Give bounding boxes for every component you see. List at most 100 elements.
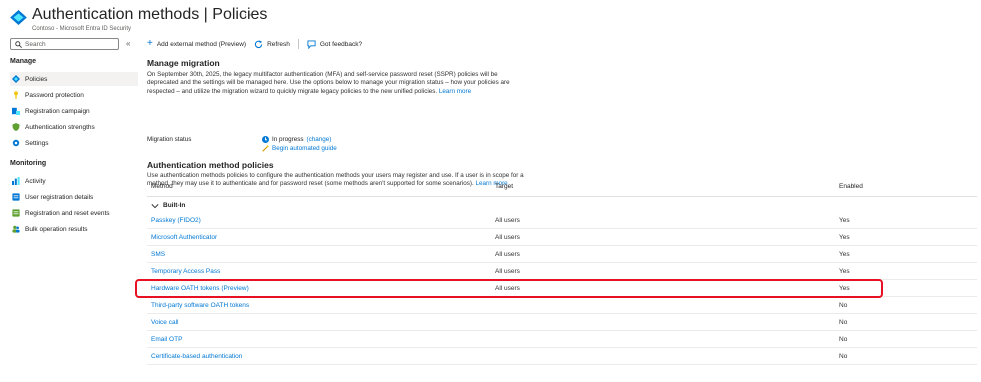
enabled-cell: Yes: [839, 251, 850, 258]
collapse-sidebar-icon[interactable]: «: [126, 39, 130, 48]
sidebar-item-label: Policies: [25, 75, 48, 83]
migration-learn-more-link[interactable]: Learn more: [439, 88, 471, 95]
registration-icon: [12, 193, 20, 201]
sidebar-item-bulk-operation-results[interactable]: Bulk operation results: [10, 222, 138, 236]
status-text: In progress: [272, 136, 304, 143]
refresh-icon: [254, 39, 263, 48]
method-link[interactable]: Microsoft Authenticator: [151, 234, 217, 241]
table-row: Certificate-based authentication No: [147, 349, 977, 365]
sidebar-item-label: User registration details: [25, 193, 94, 201]
more-options-icon[interactable]: ···: [239, 9, 253, 21]
column-header-enabled[interactable]: Enabled: [839, 183, 863, 190]
azure-diamond-icon: [12, 75, 20, 83]
search-icon: [15, 40, 22, 48]
table-row: Third-party software OATH tokens No: [147, 298, 977, 314]
enabled-cell: No: [839, 353, 848, 360]
method-link[interactable]: Passkey (FIDO2): [151, 217, 201, 224]
page-header: Authentication methods | Policies ··· Co…: [10, 6, 970, 36]
highlight-annotation-box: [135, 279, 883, 298]
header-divider: [147, 196, 977, 197]
column-header-target[interactable]: Target: [495, 183, 513, 190]
method-link[interactable]: Certificate-based authentication: [151, 353, 242, 360]
sidebar-item-label: Authentication strengths: [25, 123, 95, 131]
table-row: Microsoft Authenticator All users Yes: [147, 230, 977, 246]
sidebar-item-registration-campaign[interactable]: Registration campaign: [10, 104, 138, 118]
feedback-label: Got feedback?: [319, 40, 363, 48]
wand-icon: [262, 145, 269, 152]
begin-guide-link[interactable]: Begin automated guide: [262, 145, 337, 152]
column-header-method[interactable]: Method: [151, 183, 173, 190]
sidebar-item-password-protection[interactable]: Password protection: [10, 88, 138, 102]
target-cell: All users: [495, 234, 520, 241]
change-status-link[interactable]: (change): [307, 136, 332, 143]
method-link[interactable]: Temporary Access Pass: [151, 268, 220, 275]
table-row: SMS All users Yes: [147, 247, 977, 263]
key-icon: [14, 91, 18, 99]
sidebar-item-label: Password protection: [25, 91, 84, 99]
built-in-group-toggle[interactable]: Built-In: [151, 202, 185, 209]
target-cell: All users: [495, 268, 520, 275]
sidebar-item-policies[interactable]: Policies: [10, 72, 138, 86]
target-cell: All users: [495, 251, 520, 258]
enabled-cell: Yes: [839, 217, 850, 224]
method-link[interactable]: Third-party software OATH tokens: [151, 302, 249, 309]
users-icon: [12, 225, 20, 233]
events-icon: [12, 209, 20, 217]
sidebar-item-settings[interactable]: Settings: [10, 136, 138, 150]
monitoring-heading: Monitoring: [10, 160, 47, 167]
page-title: Authentication methods | Policies: [32, 6, 268, 23]
page-subtitle: Contoso - Microsoft Entra ID Security: [32, 26, 132, 32]
in-progress-icon: [262, 136, 269, 143]
policies-description: Use authentication methods policies to c…: [147, 172, 527, 189]
sidebar-item-label: Registration and reset events: [25, 209, 110, 217]
sidebar-item-authentication-strengths[interactable]: Authentication strengths: [10, 120, 138, 134]
sidebar-item-label: Settings: [25, 139, 49, 147]
sidebar: Search « Manage Policies Password protec…: [10, 38, 138, 382]
campaign-icon: [12, 107, 20, 115]
entra-diamond-icon: [10, 10, 27, 25]
sidebar-item-registration-reset-events[interactable]: Registration and reset events: [10, 206, 138, 220]
refresh-button[interactable]: Refresh: [254, 39, 290, 49]
chevron-down-icon: [151, 203, 159, 208]
add-external-method-button[interactable]: + Add external method (Preview): [147, 39, 246, 49]
policies-text: Use authentication methods policies to c…: [147, 172, 524, 188]
bar-chart-icon: [12, 177, 20, 185]
enabled-cell: No: [839, 302, 848, 309]
method-link[interactable]: SMS: [151, 251, 165, 258]
sidebar-item-label: Bulk operation results: [25, 225, 88, 233]
sidebar-item-user-registration-details[interactable]: User registration details: [10, 190, 138, 204]
refresh-label: Refresh: [267, 40, 290, 48]
policies-heading: Authentication method policies: [147, 160, 274, 170]
method-link[interactable]: Voice call: [151, 319, 178, 326]
plus-icon: +: [147, 38, 153, 49]
sidebar-item-label: Activity: [25, 177, 46, 185]
enabled-cell: No: [839, 336, 848, 343]
search-placeholder: Search: [25, 40, 46, 48]
gear-icon: [12, 139, 20, 147]
enabled-cell: Yes: [839, 268, 850, 275]
target-cell: All users: [495, 217, 520, 224]
enabled-cell: Yes: [839, 234, 850, 241]
method-link[interactable]: Email OTP: [151, 336, 182, 343]
table-row: Passkey (FIDO2) All users Yes: [147, 213, 977, 229]
manage-heading: Manage: [10, 58, 37, 65]
table-row: Email OTP No: [147, 332, 977, 348]
toolbar-divider: [297, 39, 299, 49]
feedback-button[interactable]: Got feedback?: [307, 39, 363, 49]
migration-description: On September 30th, 2025, the legacy mult…: [147, 71, 527, 96]
sidebar-item-label: Registration campaign: [25, 107, 90, 115]
enabled-cell: No: [839, 319, 848, 326]
sidebar-item-activity[interactable]: Activity: [10, 174, 138, 188]
migration-status-value: In progress (change): [262, 136, 331, 143]
shield-icon: [12, 123, 20, 131]
main-content: + Add external method (Preview) Refresh …: [147, 38, 981, 382]
feedback-icon: [307, 39, 316, 49]
sidebar-search-input[interactable]: Search: [10, 38, 119, 50]
manage-migration-heading: Manage migration: [147, 58, 220, 68]
guide-label: Begin automated guide: [272, 145, 337, 152]
add-external-method-label: Add external method (Preview): [156, 40, 247, 48]
group-label: Built-In: [163, 202, 186, 209]
table-row: Voice call No: [147, 315, 977, 331]
command-bar: + Add external method (Preview) Refresh …: [147, 38, 362, 50]
table-row: Temporary Access Pass All users Yes: [147, 264, 977, 280]
